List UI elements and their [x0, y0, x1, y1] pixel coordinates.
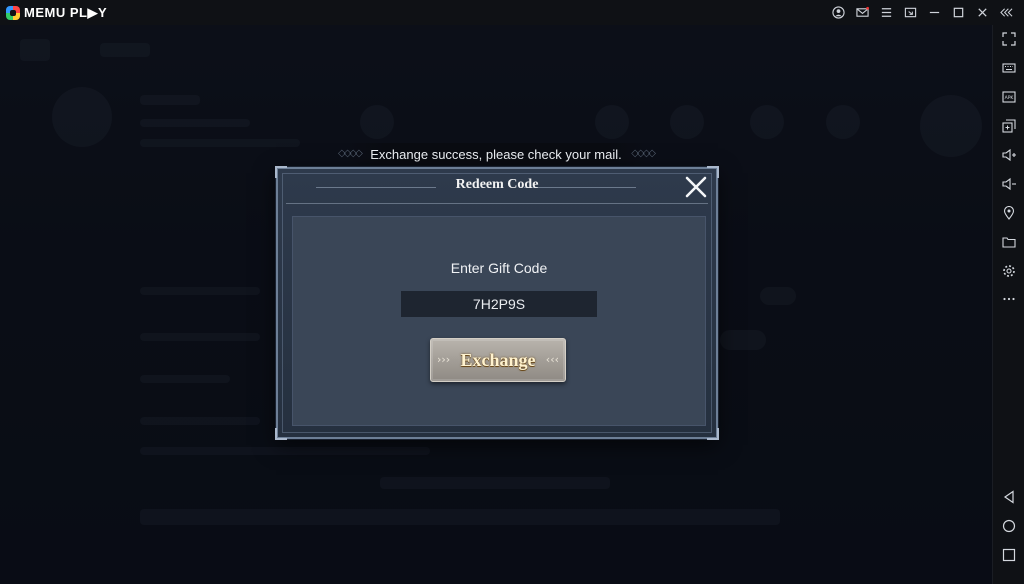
multi-instance-icon[interactable]: [993, 114, 1024, 138]
memu-logo-icon: [6, 5, 20, 20]
toast-message: Exchange success, please check your mail…: [370, 146, 622, 162]
dialog-content-panel: Enter Gift Code ››› Exchange ‹‹‹: [292, 216, 706, 426]
window-icon[interactable]: [898, 0, 922, 25]
frame-corner: [275, 428, 287, 440]
right-toolbar: APK: [992, 25, 1024, 584]
close-icon[interactable]: [970, 0, 994, 25]
folder-icon[interactable]: [993, 230, 1024, 254]
apk-icon[interactable]: APK: [993, 85, 1024, 109]
minimize-icon[interactable]: [922, 0, 946, 25]
maximize-icon[interactable]: [946, 0, 970, 25]
close-dialog-button[interactable]: [682, 173, 710, 201]
back-icon[interactable]: [993, 485, 1024, 509]
more-icon[interactable]: [993, 287, 1024, 311]
fullscreen-icon[interactable]: [993, 27, 1024, 51]
user-icon[interactable]: [826, 0, 850, 25]
volume-up-icon[interactable]: [993, 143, 1024, 167]
arrow-right-icon: ›››: [437, 353, 451, 366]
toast-deco-right: ◇◇◇◇: [631, 148, 656, 159]
home-icon[interactable]: [993, 514, 1024, 538]
success-toast: ◇◇◇◇ Exchange success, please check your…: [338, 143, 656, 165]
svg-text:APK: APK: [1004, 95, 1014, 101]
gift-code-label: Enter Gift Code: [450, 260, 548, 276]
close-x-icon: [685, 176, 707, 198]
location-icon[interactable]: [993, 201, 1024, 225]
mail-icon[interactable]: [850, 0, 874, 25]
settings-icon[interactable]: [993, 259, 1024, 283]
arrow-left-icon: ‹‹‹: [545, 353, 559, 366]
exchange-button[interactable]: ››› Exchange ‹‹‹: [430, 338, 566, 382]
redeem-code-dialog: Redeem Code Enter Gift Code ››› Exchange…: [275, 166, 719, 440]
app-logo: MEMU PL▶Y: [6, 5, 107, 21]
keyboard-icon[interactable]: [993, 56, 1024, 80]
app-name: MEMU PL▶Y: [24, 4, 108, 20]
title-divider: [286, 203, 708, 204]
menu-icon[interactable]: [874, 0, 898, 25]
collapse-icon[interactable]: [994, 0, 1018, 25]
gift-code-input[interactable]: [401, 291, 597, 317]
exchange-button-label: Exchange: [460, 349, 536, 370]
title-bar: MEMU PL▶Y: [0, 0, 1024, 26]
recents-icon[interactable]: [993, 543, 1024, 567]
dialog-title: Redeem Code: [455, 177, 539, 192]
volume-down-icon[interactable]: [993, 172, 1024, 196]
toast-deco-left: ◇◇◇◇: [338, 148, 363, 159]
frame-corner: [707, 428, 719, 440]
